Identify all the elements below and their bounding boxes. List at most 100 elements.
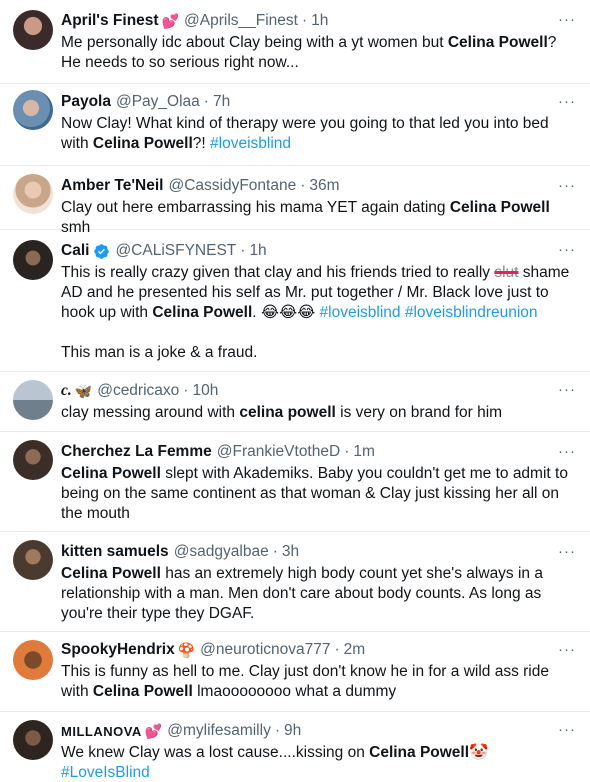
more-options-icon[interactable]: ··· (558, 178, 576, 193)
tweet-text: We knew Clay was a lost cause....kissing… (61, 743, 578, 782)
separator-dot: · (274, 722, 280, 739)
avatar-image (13, 10, 53, 50)
separator-dot: · (240, 242, 246, 259)
avatar[interactable] (13, 440, 53, 480)
user-handle[interactable]: @Pay_Olaa (116, 93, 200, 111)
tweet[interactable]: Cali @CALiSFYNEST · 1h This is really cr… (0, 230, 590, 372)
text-segment: We knew Clay was a lost cause....kissing… (61, 744, 370, 761)
display-name[interactable]: Payola (61, 93, 111, 111)
text-segment: 🤡 (469, 744, 489, 761)
tweet[interactable]: c. 🦋 @cedricaxo · 10h clay messing aroun… (0, 372, 590, 432)
more-options-icon[interactable]: ··· (558, 444, 576, 459)
user-handle[interactable]: @sadgyalbae (174, 543, 269, 561)
display-name[interactable]: Amber Te'Neil (61, 177, 163, 195)
user-handle[interactable]: @mylifesamilly (167, 722, 271, 740)
tweet-header: Amber Te'Neil @CassidyFontane · 36m (61, 176, 578, 196)
avatar-image (13, 240, 53, 280)
tweet-text: This is funny as hell to me. Clay just d… (61, 662, 578, 702)
more-options-icon[interactable]: ··· (558, 722, 576, 737)
display-name[interactable]: Cali (61, 242, 89, 260)
text-segment: is very on brand for him (335, 404, 503, 421)
text-segment: . 😂😂😂 (252, 304, 320, 321)
timestamp[interactable]: 7h (213, 93, 230, 111)
user-handle[interactable]: @Aprils__Finest (184, 12, 298, 30)
display-name[interactable]: SpookyHendrix (61, 641, 175, 659)
tweet-text: This is really crazy given that clay and… (61, 263, 578, 323)
user-handle[interactable]: @neuroticnova777 (200, 641, 330, 659)
timestamp[interactable]: 10h (192, 382, 218, 400)
tweet[interactable]: MILLANOVA 💕 @mylifesamilly · 9h We knew … (0, 712, 590, 782)
tweet[interactable]: Amber Te'Neil @CassidyFontane · 36m Clay… (0, 166, 590, 236)
avatar[interactable] (13, 540, 53, 580)
display-name[interactable]: c. (61, 382, 72, 400)
user-handle[interactable]: @CassidyFontane (168, 177, 296, 195)
avatar-image (13, 720, 53, 760)
separator-dot: · (300, 177, 306, 194)
tweet-feed: April's Finest 💕 @Aprils__Finest · 1h Me… (0, 0, 590, 782)
text-segment: clay messing around with (61, 404, 240, 421)
tweet-header: Cherchez La Femme @FrankieVtotheD · 1m (61, 442, 578, 462)
timestamp[interactable]: 1m (353, 443, 375, 461)
more-options-icon[interactable]: ··· (558, 242, 576, 257)
display-name[interactable]: kitten samuels (61, 543, 169, 561)
separator-dot: · (334, 641, 340, 658)
hashtag-link[interactable]: #loveisblindreunion (405, 304, 538, 321)
hashtag-link[interactable]: #LoveIsBlind (61, 764, 150, 781)
more-options-icon[interactable]: ··· (558, 544, 576, 559)
highlighted-name: Celina Powell (152, 304, 253, 321)
highlighted-name: Celina Powell (61, 565, 161, 582)
tweet[interactable]: kitten samuels @sadgyalbae · 3h Celina P… (0, 532, 590, 632)
user-handle[interactable]: @cedricaxo (97, 382, 179, 400)
user-handle[interactable]: @FrankieVtotheD (217, 443, 340, 461)
text-segment: lmaoooooooo what a dummy (192, 683, 397, 700)
tweet-text: Celina Powell has an extremely high body… (61, 564, 578, 624)
avatar-image (13, 90, 53, 130)
more-options-icon[interactable]: ··· (558, 382, 576, 397)
timestamp[interactable]: 2m (344, 641, 366, 659)
tweet[interactable]: Payola @Pay_Olaa · 7h Now Clay! What kin… (0, 84, 590, 166)
avatar[interactable] (13, 10, 53, 50)
tweet[interactable]: SpookyHendrix 🍄 @neuroticnova777 · 2m Th… (0, 632, 590, 712)
avatar-image (13, 380, 53, 420)
display-name[interactable]: Cherchez La Femme (61, 443, 212, 461)
tweet[interactable]: April's Finest 💕 @Aprils__Finest · 1h Me… (0, 0, 590, 84)
timestamp[interactable]: 36m (309, 177, 339, 195)
text-segment: Me personally idc about Clay being with … (61, 34, 448, 51)
tweet-text: Celina Powell slept with Akademiks. Baby… (61, 464, 578, 524)
separator-dot: · (272, 543, 278, 560)
highlighted-name: Celina Powell (447, 34, 548, 51)
more-options-icon[interactable]: ··· (558, 94, 576, 109)
hashtag-link[interactable]: #loveisblind (210, 135, 291, 152)
separator-dot: · (301, 12, 308, 29)
avatar[interactable] (13, 380, 53, 420)
more-options-icon[interactable]: ··· (558, 12, 576, 27)
struck-word: slut (494, 264, 519, 281)
more-options-icon[interactable]: ··· (558, 642, 576, 657)
avatar-image (13, 440, 53, 480)
tweet[interactable]: Cherchez La Femme @FrankieVtotheD · 1m C… (0, 432, 590, 532)
separator-dot: · (203, 93, 209, 110)
tweet-header: kitten samuels @sadgyalbae · 3h (61, 542, 578, 562)
avatar[interactable] (13, 174, 53, 214)
timestamp[interactable]: 1h (311, 12, 328, 30)
tweet-text: Me personally idc about Clay being with … (61, 33, 578, 73)
avatar[interactable] (13, 240, 53, 280)
display-name[interactable]: MILLANOVA (61, 724, 142, 739)
avatar[interactable] (13, 720, 53, 760)
display-name[interactable]: April's Finest (61, 12, 159, 30)
timestamp[interactable]: 3h (282, 543, 299, 561)
highlighted-name: Celina Powell (92, 135, 193, 152)
avatar-image (13, 640, 53, 680)
timestamp[interactable]: 1h (249, 242, 266, 260)
tweet-header: MILLANOVA 💕 @mylifesamilly · 9h (61, 721, 578, 741)
timestamp[interactable]: 9h (284, 722, 301, 740)
verified-badge-icon (94, 243, 110, 259)
avatar[interactable] (13, 640, 53, 680)
user-handle[interactable]: @CALiSFYNEST (115, 242, 236, 260)
avatar[interactable] (13, 90, 53, 130)
separator-dot: · (183, 382, 189, 399)
name-emoji: 💕 (144, 722, 163, 739)
hashtag-link[interactable]: #loveisblind (320, 304, 401, 321)
tweet-header: Cali @CALiSFYNEST · 1h (61, 241, 578, 261)
tweet-text: clay messing around with celina powell i… (61, 403, 578, 423)
